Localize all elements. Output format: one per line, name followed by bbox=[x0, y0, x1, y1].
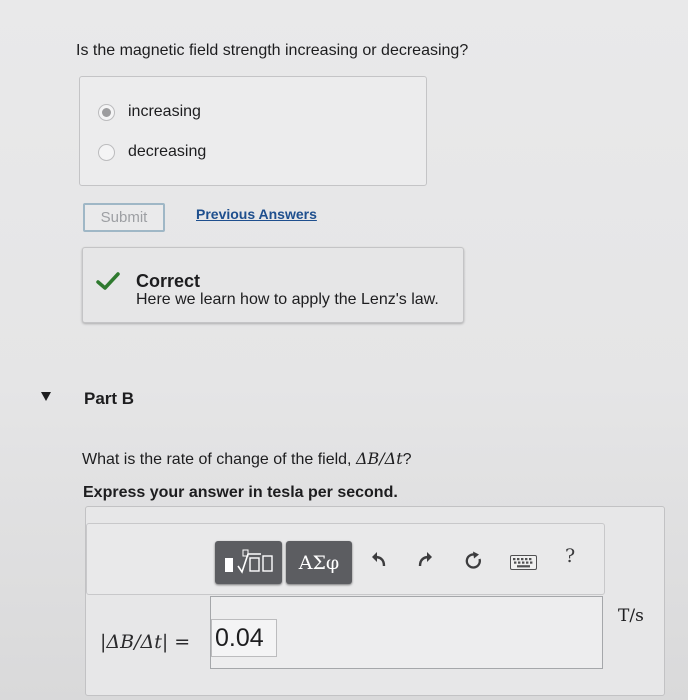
part-b-title[interactable]: Part B bbox=[84, 389, 134, 409]
answer-choices: increasing decreasing bbox=[79, 76, 427, 186]
previous-answers-link[interactable]: Previous Answers bbox=[196, 206, 317, 222]
question-text: Is the magnetic field strength increasin… bbox=[76, 42, 469, 59]
radio-increasing[interactable] bbox=[98, 103, 115, 121]
undo-icon[interactable] bbox=[370, 551, 388, 569]
feedback-title: Correct bbox=[136, 271, 201, 291]
question-math: ΔB/Δt bbox=[355, 449, 403, 468]
unit-label: T/s bbox=[618, 606, 644, 626]
answer-input[interactable]: 0.04 bbox=[210, 596, 603, 669]
help-button[interactable]: ? bbox=[565, 545, 575, 567]
answer-lhs: |ΔB/Δt| = bbox=[100, 631, 191, 653]
reset-icon[interactable] bbox=[464, 551, 484, 571]
symbols-button[interactable]: ΑΣφ bbox=[286, 541, 352, 584]
choice-label: decreasing bbox=[128, 143, 207, 160]
submit-button[interactable]: Submit bbox=[83, 203, 165, 232]
part-b-question: What is the rate of change of the field,… bbox=[82, 449, 412, 468]
feedback-message: Here we learn how to apply the Lenz's la… bbox=[136, 291, 439, 308]
answer-value[interactable]: 0.04 bbox=[211, 619, 277, 657]
templates-button[interactable] bbox=[215, 541, 282, 584]
check-icon bbox=[96, 272, 120, 290]
choice-label: increasing bbox=[128, 103, 201, 120]
answer-instruction: Express your answer in tesla per second. bbox=[83, 484, 398, 501]
collapse-caret-icon[interactable] bbox=[41, 392, 51, 401]
feedback-box: Correct Here we learn how to apply the L… bbox=[82, 247, 464, 323]
templates-icon bbox=[224, 549, 273, 574]
choice-increasing[interactable]: increasing bbox=[98, 103, 201, 121]
radio-decreasing[interactable] bbox=[98, 143, 115, 161]
redo-icon[interactable] bbox=[416, 551, 434, 569]
choice-decreasing[interactable]: decreasing bbox=[98, 143, 206, 161]
keyboard-icon[interactable] bbox=[510, 555, 537, 570]
answer-panel: ΑΣφ ? T/s |ΔB/Δt| = 0.04 bbox=[85, 506, 665, 696]
